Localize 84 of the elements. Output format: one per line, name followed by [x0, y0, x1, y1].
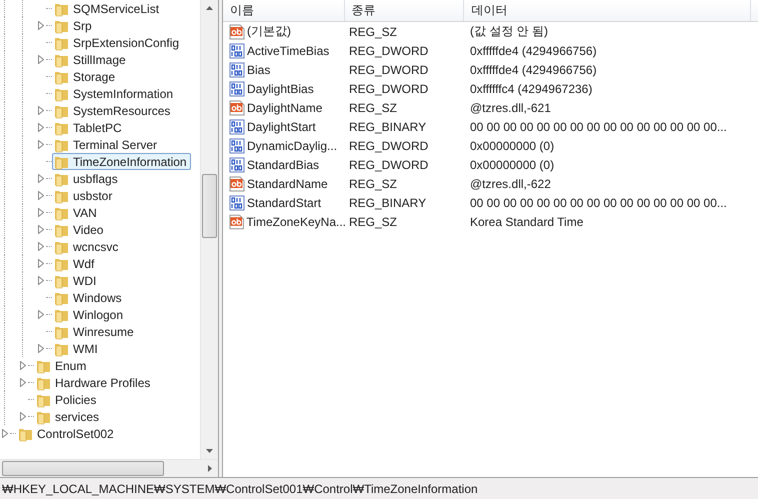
value-data: 0x00000000 (0) — [469, 158, 554, 172]
binary-value-icon — [229, 138, 245, 154]
value-name: DaylightStart — [247, 120, 316, 134]
tree-item[interactable]: WDI — [52, 272, 100, 289]
value-data: (값 설정 안 됨) — [469, 23, 548, 40]
value-data: Korea Standard Time — [469, 214, 584, 228]
value-data: 0x00000000 (0) — [469, 138, 554, 152]
value-type: REG_SZ — [348, 100, 398, 114]
value-type: REG_DWORD — [348, 44, 430, 58]
string-value-icon — [229, 24, 245, 40]
vertical-scrollbar[interactable] — [200, 0, 218, 459]
value-type: REG_SZ — [348, 214, 398, 228]
value-data: 00 00 00 00 00 00 00 00 00 00 00 00 00 00 00... — [469, 196, 727, 210]
string-value-icon — [229, 214, 244, 230]
string-value-icon — [229, 100, 245, 116]
tree-item[interactable]: SystemResources — [52, 102, 174, 119]
tree-item[interactable]: TabletPC — [52, 119, 126, 136]
binary-value-icon — [229, 156, 245, 172]
column-header[interactable]: 종류 — [344, 0, 464, 21]
value-name: StandardName — [247, 176, 328, 190]
value-name: DynamicDaylig... — [247, 138, 338, 152]
tree-item[interactable]: Winlogon — [52, 306, 128, 323]
tree-item[interactable]: SystemInformation — [52, 85, 178, 102]
binary-value-icon — [229, 62, 245, 78]
column-header[interactable]: 데이터 — [464, 0, 751, 21]
value-type: REG_BINARY — [348, 120, 428, 134]
value-name: TimeZoneKeyNa... — [246, 214, 346, 228]
tree-item[interactable]: Video — [52, 221, 108, 238]
value-name: StandardBias — [247, 158, 320, 172]
scroll-thumb[interactable] — [2, 461, 164, 476]
tree-item[interactable]: Hardware Profiles — [34, 374, 154, 391]
tree-item[interactable]: Enum — [34, 357, 90, 374]
value-type: REG_DWORD — [348, 82, 430, 96]
binary-value-icon — [229, 80, 245, 96]
tree-item[interactable]: Terminal Server — [52, 136, 162, 153]
expand-arrow-icon[interactable] — [38, 344, 44, 353]
tree-item[interactable]: TimeZoneInformation — [52, 153, 191, 170]
scroll-thumb[interactable] — [202, 174, 217, 238]
horizontal-scrollbar[interactable] — [0, 459, 218, 477]
tree-item[interactable]: Winresume — [52, 323, 138, 340]
expand-arrow-icon[interactable] — [38, 310, 44, 319]
expand-arrow-icon[interactable] — [20, 412, 26, 421]
tree-item[interactable]: Wdf — [52, 255, 98, 272]
tree-item[interactable]: SrpExtensionConfig — [52, 34, 184, 51]
value-name: ActiveTimeBias — [247, 44, 330, 58]
tree-item[interactable]: VAN — [52, 204, 101, 221]
value-data: 0xfffffde4 (4294966756) — [469, 44, 597, 58]
tree-item[interactable]: Windows — [52, 289, 126, 306]
tree-item[interactable]: Policies — [34, 391, 100, 408]
tree-item[interactable]: Storage — [52, 68, 120, 85]
expand-arrow-icon[interactable] — [38, 55, 44, 64]
value-data: @tzres.dll,-622 — [469, 176, 551, 190]
tree-item[interactable]: wcncsvc — [52, 238, 122, 255]
value-type: REG_DWORD — [348, 62, 430, 76]
binary-value-icon — [229, 194, 245, 210]
value-type: REG_DWORD — [348, 138, 430, 152]
status-bar: ₩HKEY_LOCAL_MACHINE₩SYSTEM₩ControlSet001₩Control₩TimeZoneInformation — [0, 477, 758, 499]
tree-item[interactable]: Srp — [52, 17, 96, 34]
tree-item[interactable]: SQMServiceList — [52, 0, 164, 17]
binary-value-icon — [229, 118, 245, 134]
tree-item[interactable]: StillImage — [52, 51, 130, 68]
column-header[interactable]: 이름 — [223, 0, 345, 21]
binary-value-icon — [229, 42, 245, 58]
expand-arrow-icon[interactable] — [38, 21, 44, 30]
tree-item[interactable]: ControlSet002 — [16, 425, 118, 442]
value-name: (기본값) — [247, 23, 291, 40]
value-data: @tzres.dll,-621 — [469, 100, 551, 114]
value-data: 0xfffffde4 (4294966756) — [469, 62, 597, 76]
tree-item[interactable]: services — [34, 408, 104, 425]
value-data: 0xffffffc4 (4294967236) — [469, 82, 592, 96]
value-name: DaylightName — [247, 100, 322, 114]
value-name: StandardStart — [247, 196, 322, 210]
value-name: Bias — [247, 62, 270, 76]
value-data: 00 00 00 00 00 00 00 00 00 00 00 00 00 00 00... — [469, 120, 727, 134]
value-type: REG_SZ — [348, 24, 398, 38]
tree-item[interactable]: usbflags — [52, 170, 122, 187]
value-name: DaylightBias — [247, 82, 314, 96]
tree-item[interactable]: usbstor — [52, 187, 116, 204]
value-type: REG_SZ — [348, 176, 398, 190]
string-value-icon — [229, 176, 245, 192]
expand-arrow-icon[interactable] — [2, 429, 8, 438]
tree-item[interactable]: WMI — [52, 340, 102, 357]
value-type: REG_DWORD — [348, 158, 430, 172]
value-type: REG_BINARY — [348, 196, 428, 210]
